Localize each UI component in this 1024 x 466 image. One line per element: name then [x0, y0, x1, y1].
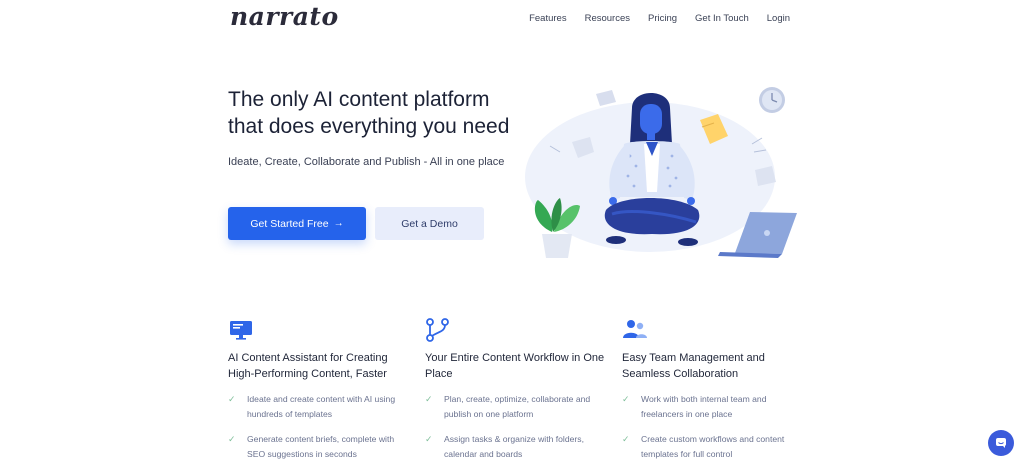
hero-subtitle: Ideate, Create, Collaborate and Publish …: [228, 156, 505, 168]
team-icon: [623, 320, 647, 338]
get-a-demo-button[interactable]: Get a Demo: [375, 207, 484, 240]
check-icon: ✓: [622, 434, 630, 444]
chat-launcher-button[interactable]: [988, 430, 1014, 456]
feature-workflow: Your Entire Content Workflow in One Plac…: [425, 318, 605, 462]
nav-link-pricing[interactable]: Pricing: [648, 13, 677, 24]
nav-links: Features Resources Pricing Get In Touch …: [529, 13, 790, 24]
get-started-free-button[interactable]: Get Started Free →: [228, 207, 366, 240]
chat-bubble-icon: [996, 438, 1006, 448]
feature-title: Easy Team Management and Seamless Collab…: [622, 352, 765, 380]
feature-item: ✓ Ideate and create content with AI usin…: [228, 392, 408, 422]
feature-title: AI Content Assistant for Creating High-P…: [228, 352, 388, 380]
check-icon: ✓: [425, 434, 433, 444]
nav-link-get-in-touch[interactable]: Get In Touch: [695, 13, 749, 24]
hero-title: The only AI content platform that does e…: [228, 88, 510, 138]
feature-item-text: Assign tasks & organize with folders, ca…: [444, 434, 584, 459]
feature-item: ✓ Assign tasks & organize with folders, …: [425, 432, 605, 462]
check-icon: ✓: [228, 394, 236, 404]
feature-item-text: Create custom workflows and content temp…: [641, 434, 785, 459]
feature-item: ✓ Work with both internal team and freel…: [622, 392, 802, 422]
feature-team: Easy Team Management and Seamless Collab…: [622, 318, 802, 462]
feature-title: Your Entire Content Workflow in One Plac…: [425, 352, 605, 380]
feature-item-text: Work with both internal team and freelan…: [641, 394, 767, 419]
feature-ai-assistant: AI Content Assistant for Creating High-P…: [228, 318, 408, 462]
feature-item: ✓ Create custom workflows and content te…: [622, 432, 802, 462]
narrato-logo[interactable]: narrato: [230, 2, 339, 31]
top-nav: narrato Features Resources Pricing Get I…: [0, 0, 1024, 40]
feature-item-text: Plan, create, optimize, collaborate and …: [444, 394, 591, 419]
workflow-icon: [426, 318, 449, 342]
feature-item: ✓ Generate content briefs, complete with…: [228, 432, 408, 462]
nav-link-features[interactable]: Features: [529, 13, 567, 24]
feature-item-text: Ideate and create content with AI using …: [247, 394, 396, 419]
get-started-label: Get Started Free: [250, 217, 329, 230]
meditating-woman-illustration: [525, 87, 797, 258]
nav-link-resources[interactable]: Resources: [585, 13, 630, 24]
clock-icon: [759, 87, 785, 113]
check-icon: ✓: [425, 394, 433, 404]
nav-link-login[interactable]: Login: [767, 13, 790, 24]
feature-item: ✓ Plan, create, optimize, collaborate an…: [425, 392, 605, 422]
feature-item-text: Generate content briefs, complete with S…: [247, 434, 395, 459]
check-icon: ✓: [622, 394, 630, 404]
monitor-icon: [230, 321, 252, 340]
arrow-right-icon: →: [333, 218, 344, 229]
check-icon: ✓: [228, 434, 236, 444]
